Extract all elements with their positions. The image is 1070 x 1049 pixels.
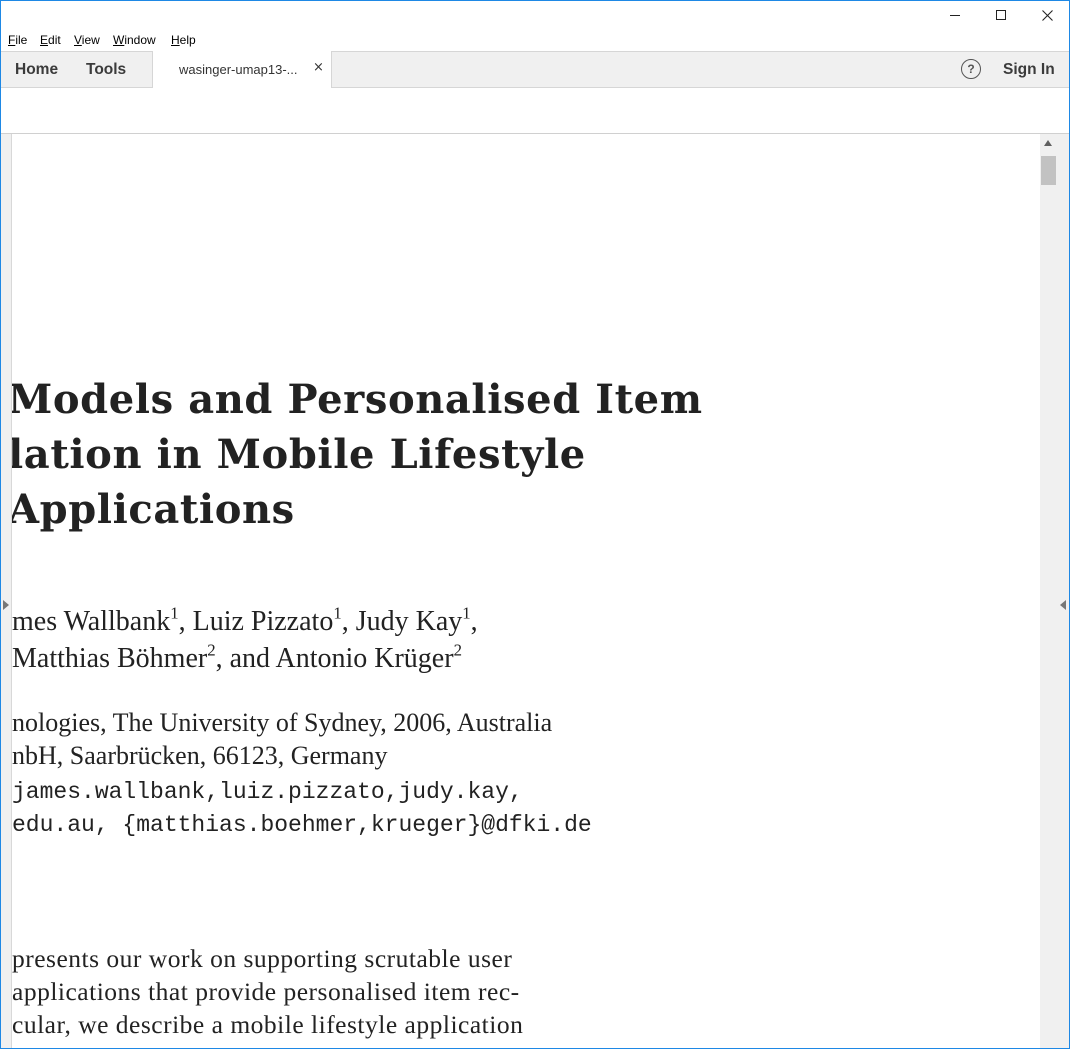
author-affiliation-mark: 1 <box>333 603 342 623</box>
paper-title-line-1: Models and Personalised Item <box>12 376 703 423</box>
minimize-icon <box>949 14 960 16</box>
paper-title-line-2: lation in Mobile Lifestyle <box>12 431 586 478</box>
menu-bar: File Edit View Window Help <box>0 30 1070 51</box>
tab-home[interactable]: Home <box>15 61 58 79</box>
toolbar <box>0 88 1070 134</box>
document-tab-label: wasinger-umap13-... <box>179 62 298 77</box>
authors-line-2: Matthias Böhmer2, and Antonio Krüger2 <box>12 640 462 675</box>
pdf-page: Models and Personalised Item lation in M… <box>12 134 1040 1049</box>
menu-help-label: elp <box>179 33 196 47</box>
vertical-scrollbar[interactable] <box>1040 134 1057 1049</box>
scroll-up-icon[interactable] <box>1044 140 1052 146</box>
author-affiliation-mark: 2 <box>453 640 462 660</box>
menu-view-mnemonic: V <box>74 33 82 47</box>
author-text: , <box>470 606 478 637</box>
expand-left-pane-icon[interactable] <box>3 600 9 610</box>
menu-view[interactable]: View <box>74 33 100 47</box>
minimize-button[interactable] <box>932 0 978 30</box>
tab-tools[interactable]: Tools <box>86 61 126 79</box>
document-view[interactable]: Models and Personalised Item lation in M… <box>12 134 1040 1049</box>
menu-window-label: indow <box>124 33 156 47</box>
help-icon-glyph: ? <box>967 62 975 76</box>
author-text: , and Antonio Krüger <box>215 643 454 674</box>
menu-edit-label: dit <box>48 33 61 47</box>
menu-file-label: ile <box>15 33 28 47</box>
author-affiliation-mark: 2 <box>207 640 216 660</box>
abstract-line-2: applications that provide personalised i… <box>12 977 520 1006</box>
abstract-line-3: cular, we describe a mobile lifestyle ap… <box>12 1010 524 1039</box>
close-icon <box>1041 9 1053 21</box>
abstract-line-1: presents our work on supporting scrutabl… <box>12 944 513 973</box>
author-affiliation-mark: 1 <box>462 603 471 623</box>
menu-window-mnemonic: W <box>113 33 125 47</box>
affiliation-line-1: nologies, The University of Sydney, 2006… <box>12 708 553 737</box>
left-pane-collapsed <box>0 134 12 1049</box>
author-text: , Luiz Pizzato <box>178 606 334 637</box>
menu-file[interactable]: File <box>8 33 27 47</box>
author-text: Matthias Böhmer <box>12 643 208 674</box>
paper-title-line-3: Applications <box>12 486 295 533</box>
menu-edit[interactable]: Edit <box>40 33 61 47</box>
close-button[interactable] <box>1024 0 1070 30</box>
tab-document[interactable]: wasinger-umap13-... × <box>152 51 332 88</box>
menu-window[interactable]: Window <box>113 33 156 47</box>
help-icon[interactable]: ? <box>961 59 981 79</box>
maximize-button[interactable] <box>978 0 1024 30</box>
menu-help-mnemonic: H <box>171 33 180 47</box>
menu-edit-mnemonic: E <box>40 33 49 47</box>
scrollbar-thumb[interactable] <box>1041 156 1056 185</box>
right-pane-collapsed <box>1057 134 1070 1049</box>
menu-help[interactable]: Help <box>171 33 196 47</box>
maximize-icon <box>995 9 1006 20</box>
close-tab-icon[interactable]: × <box>313 60 324 75</box>
affiliation-line-2: nbH, Saarbrücken, 66123, Germany <box>12 741 388 770</box>
sign-in-button[interactable]: Sign In <box>1003 61 1055 79</box>
email-line-1: james.wallbank,luiz.pizzato,judy.kay, <box>12 779 523 805</box>
expand-right-pane-icon[interactable] <box>1060 600 1066 610</box>
author-text: mes Wallbank <box>12 606 171 637</box>
authors-line-1: mes Wallbank1, Luiz Pizzato1, Judy Kay1, <box>12 603 478 638</box>
menu-view-label: iew <box>81 33 100 47</box>
email-line-2: edu.au, {matthias.boehmer,krueger}@dfki.… <box>12 812 592 838</box>
author-affiliation-mark: 1 <box>170 603 179 623</box>
author-text: , Judy Kay <box>341 606 463 637</box>
tab-bar: Home Tools wasinger-umap13-... × ? Sign … <box>0 51 1070 88</box>
title-bar <box>0 0 1070 30</box>
